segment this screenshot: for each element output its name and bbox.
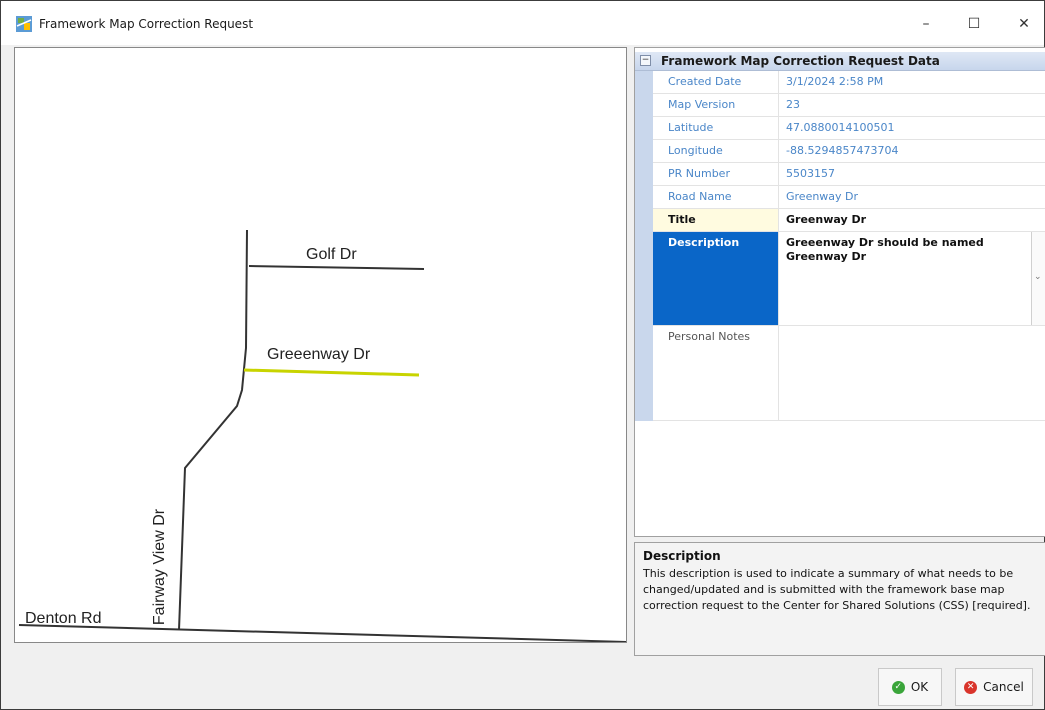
window-title: Framework Map Correction Request <box>39 17 254 31</box>
grid-row-label: Map Version <box>653 94 779 116</box>
road-greeenway-dr[interactable] <box>243 368 420 377</box>
grid-row-latitude[interactable]: Latitude 47.0880014100501 <box>653 117 1045 140</box>
maximize-icon: ☐ <box>967 16 981 32</box>
grid-row-value: 3/1/2024 2:58 PM <box>786 75 884 88</box>
help-text: This description is used to indicate a s… <box>643 567 1031 612</box>
grid-row-title[interactable]: Title Greenway Dr <box>653 209 1045 232</box>
ok-button[interactable]: ✓ OK <box>878 668 942 706</box>
close-button[interactable]: ✕ <box>1004 9 1044 39</box>
close-icon: ✕ <box>1018 16 1030 32</box>
road-golf-dr[interactable] <box>248 265 425 270</box>
cancel-button-label: Cancel <box>983 680 1024 694</box>
grid-row-road-name[interactable]: Road Name Greenway Dr <box>653 186 1045 209</box>
grid-row-value: 5503157 <box>786 167 835 180</box>
grid-gutter <box>635 71 653 421</box>
grid-row-label: PR Number <box>653 163 779 185</box>
grid-category-header[interactable]: − Framework Map Correction Request Data <box>635 52 1045 71</box>
minimize-icon: – <box>922 16 930 32</box>
grid-row-value: 47.0880014100501 <box>786 121 895 134</box>
grid-row-value: 23 <box>786 98 800 111</box>
road-label-denton: Denton Rd <box>25 610 102 627</box>
grid-row-value: -88.5294857473704 <box>786 144 899 157</box>
description-dropdown-button[interactable]: ⌄ <box>1031 232 1045 325</box>
grid-row-personal-notes[interactable]: Personal Notes <box>653 326 1045 421</box>
grid-row-label: Created Date <box>653 71 779 93</box>
grid-row-description[interactable]: Description Greeenway Dr should be named… <box>653 232 1045 326</box>
help-title: Description <box>643 549 721 563</box>
grid-row-label: Road Name <box>653 186 779 208</box>
property-grid: − Framework Map Correction Request Data … <box>634 47 1045 537</box>
chevron-down-icon: ⌄ <box>1034 272 1042 282</box>
grid-row-label: Latitude <box>653 117 779 139</box>
grid-row-created-date[interactable]: Created Date 3/1/2024 2:58 PM <box>653 71 1045 94</box>
road-fairway-view-dr[interactable] <box>178 229 248 631</box>
collapse-icon[interactable]: − <box>640 55 651 66</box>
title-bar: Framework Map Correction Request – ☐ ✕ <box>1 1 1044 45</box>
minimize-button[interactable]: – <box>906 9 946 39</box>
cancel-button[interactable]: ✕ Cancel <box>955 668 1033 706</box>
maximize-button[interactable]: ☐ <box>954 9 994 39</box>
grid-row-label: Title <box>653 209 779 231</box>
map-app-icon <box>16 16 32 32</box>
road-label-greeenway: Greeenway Dr <box>267 346 371 363</box>
road-label-fairway: Fairway View Dr <box>151 508 169 626</box>
road-denton-rd[interactable] <box>18 624 627 642</box>
grid-row-value: Greenway Dr <box>786 190 859 203</box>
ok-button-label: OK <box>910 680 929 694</box>
help-panel: Description This description is used to … <box>634 542 1045 656</box>
grid-category-title: Framework Map Correction Request Data <box>661 54 940 68</box>
grid-row-map-version[interactable]: Map Version 23 <box>653 94 1045 117</box>
title-value-field[interactable]: Greenway Dr <box>786 213 866 226</box>
grid-row-label: Description <box>653 232 779 325</box>
grid-row-label: Longitude <box>653 140 779 162</box>
cancel-x-icon: ✕ <box>964 680 978 694</box>
map-view[interactable]: Golf Dr Greeenway Dr Fairway View Dr Den… <box>14 47 627 643</box>
grid-row-label: Personal Notes <box>653 326 779 420</box>
checkmark-icon: ✓ <box>891 680 905 694</box>
grid-row-longitude[interactable]: Longitude -88.5294857473704 <box>653 140 1045 163</box>
grid-row-pr-number[interactable]: PR Number 5503157 <box>653 163 1045 186</box>
dialog-window: Framework Map Correction Request – ☐ ✕ G… <box>0 0 1045 710</box>
road-label-golf: Golf Dr <box>306 246 357 263</box>
description-textarea[interactable]: Greeenway Dr should be named Greenway Dr <box>786 236 1031 264</box>
